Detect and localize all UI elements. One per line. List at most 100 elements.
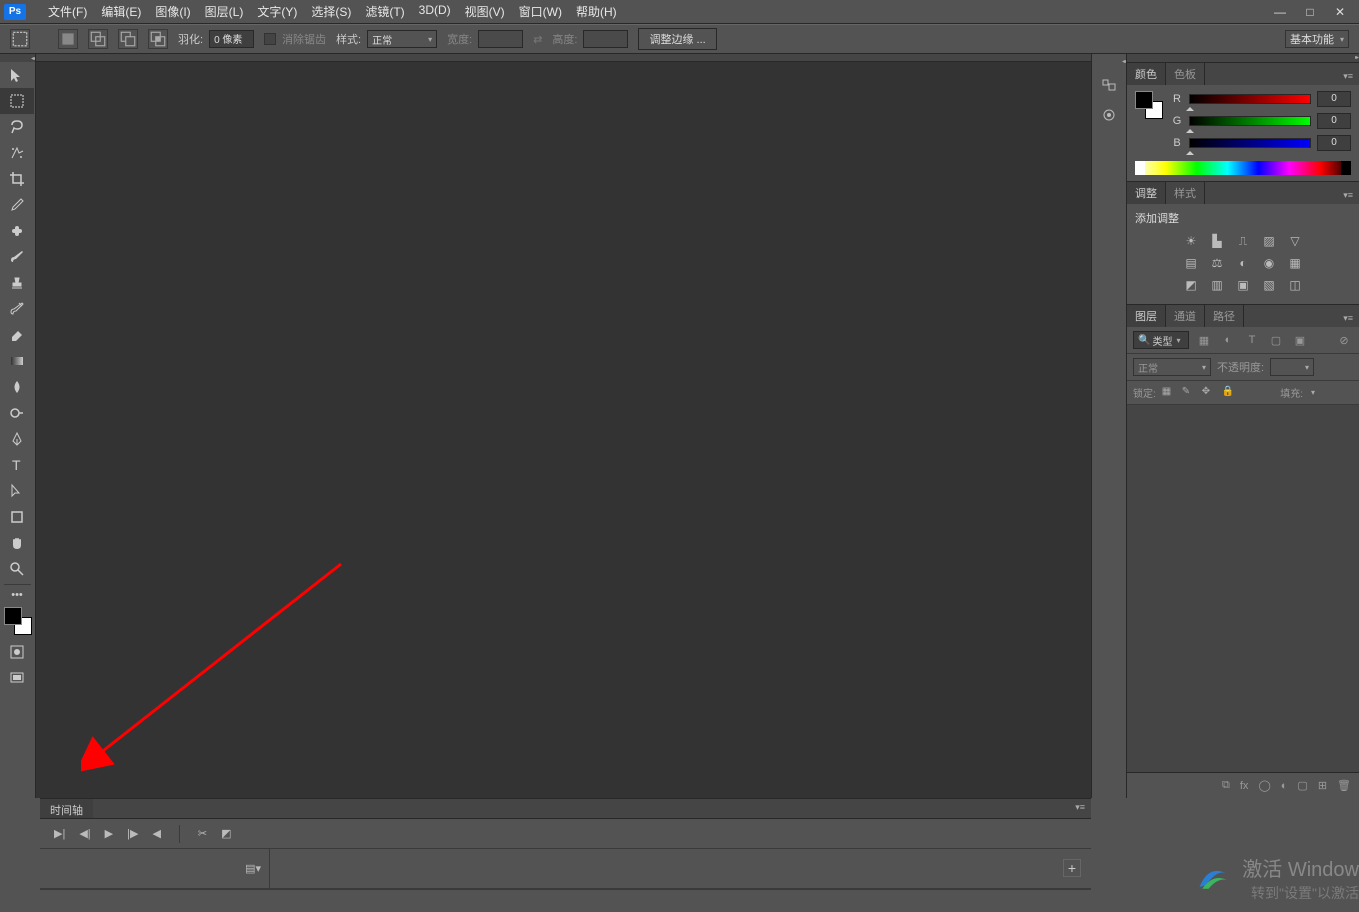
quick-select-tool[interactable] <box>0 140 34 166</box>
layers-panel-menu-icon[interactable]: ▾≡ <box>1337 310 1359 327</box>
color-panel-menu-icon[interactable]: ▾≡ <box>1337 68 1359 85</box>
opacity-input[interactable] <box>1270 358 1314 376</box>
photo-filter-icon[interactable]: ◉ <box>1260 254 1278 272</box>
eraser-tool[interactable] <box>0 322 34 348</box>
lock-paint-icon[interactable]: ✎ <box>1182 386 1196 400</box>
shape-tool[interactable] <box>0 504 34 530</box>
new-group-icon[interactable]: ▢ <box>1297 779 1307 792</box>
transition-icon[interactable]: ◩ <box>221 827 231 840</box>
workspace-switcher[interactable]: 基本功能 <box>1285 30 1349 48</box>
history-brush-tool[interactable] <box>0 296 34 322</box>
bw-icon[interactable]: ◐ <box>1234 254 1252 272</box>
panels-grip[interactable] <box>1127 54 1359 62</box>
next-frame-icon[interactable]: |▶ <box>127 827 138 840</box>
panel-color-swatches[interactable] <box>1135 91 1163 119</box>
layer-fx-icon[interactable]: fx <box>1240 780 1249 792</box>
menu-filter[interactable]: 滤镜(T) <box>359 1 410 22</box>
new-fill-icon[interactable]: ◐ <box>1281 780 1288 792</box>
eyedropper-tool[interactable] <box>0 192 34 218</box>
heal-tool[interactable] <box>0 218 34 244</box>
layers-list[interactable] <box>1127 405 1359 772</box>
track-options-icon[interactable]: ▤▾ <box>245 862 261 875</box>
lasso-tool[interactable] <box>0 114 34 140</box>
new-layer-icon[interactable]: ⊞ <box>1318 779 1327 792</box>
feather-input[interactable]: 0 像素 <box>209 30 254 48</box>
b-slider[interactable] <box>1189 138 1311 148</box>
menu-window[interactable]: 窗口(W) <box>513 1 568 22</box>
tab-channels[interactable]: 通道 <box>1166 305 1205 327</box>
intersect-selection-icon[interactable] <box>148 29 168 49</box>
blur-tool[interactable] <box>0 374 34 400</box>
fill-input[interactable] <box>1309 387 1353 398</box>
prev-frame-icon[interactable]: ◀| <box>79 827 90 840</box>
r-value[interactable]: 0 <box>1317 91 1351 107</box>
menu-file[interactable]: 文件(F) <box>42 1 93 22</box>
pen-tool[interactable] <box>0 426 34 452</box>
quickmask-tool[interactable] <box>0 639 34 665</box>
layer-mask-icon[interactable]: ◯ <box>1258 779 1270 792</box>
brightness-icon[interactable]: ☀ <box>1182 232 1200 250</box>
exposure-icon[interactable]: ▨ <box>1260 232 1278 250</box>
last-frame-icon[interactable]: ◀ <box>152 827 160 840</box>
filter-type-icon[interactable]: T <box>1243 332 1261 348</box>
levels-icon[interactable]: ▙ <box>1208 232 1226 250</box>
menu-select[interactable]: 选择(S) <box>305 1 357 22</box>
delete-layer-icon[interactable]: 🗑 <box>1337 779 1351 792</box>
move-tool[interactable] <box>0 62 34 88</box>
close-button[interactable]: ✕ <box>1325 2 1355 22</box>
tools-grip[interactable] <box>0 54 35 62</box>
menu-help[interactable]: 帮助(H) <box>570 1 623 22</box>
marquee-tool[interactable] <box>0 88 34 114</box>
color-spectrum[interactable] <box>1135 161 1351 175</box>
filter-adjust-icon[interactable]: ◐ <box>1219 332 1237 348</box>
lock-move-icon[interactable]: ✥ <box>1202 386 1216 400</box>
add-media-icon[interactable]: + <box>1063 859 1081 877</box>
foreground-color-swatch[interactable] <box>4 607 22 625</box>
threshold-icon[interactable]: ▣ <box>1234 276 1252 294</box>
posterize-icon[interactable]: ▥ <box>1208 276 1226 294</box>
selective-icon[interactable]: ◫ <box>1286 276 1304 294</box>
refine-edge-button[interactable]: 调整边缘 ... <box>638 28 716 50</box>
tab-styles[interactable]: 样式 <box>1166 182 1205 204</box>
balance-icon[interactable]: ⚖ <box>1208 254 1226 272</box>
curves-icon[interactable]: ⎍ <box>1234 232 1252 250</box>
tab-paths[interactable]: 路径 <box>1205 305 1244 327</box>
timeline-track-area[interactable]: + <box>270 849 1091 888</box>
subtract-selection-icon[interactable] <box>118 29 138 49</box>
tab-layers[interactable]: 图层 <box>1127 305 1166 327</box>
more-tools-icon[interactable]: ••• <box>0 587 34 603</box>
filter-smart-icon[interactable]: ▣ <box>1291 332 1309 348</box>
menu-view[interactable]: 视图(V) <box>459 1 511 22</box>
gradient-tool[interactable] <box>0 348 34 374</box>
crop-tool[interactable] <box>0 166 34 192</box>
zoom-tool[interactable] <box>0 556 34 582</box>
current-tool-indicator[interactable] <box>10 29 30 49</box>
split-icon[interactable]: ✂ <box>198 827 207 840</box>
link-layers-icon[interactable]: ⧉ <box>1222 779 1230 792</box>
g-slider[interactable] <box>1189 116 1311 126</box>
invert-icon[interactable]: ◩ <box>1182 276 1200 294</box>
hand-tool[interactable] <box>0 530 34 556</box>
lock-pixels-icon[interactable]: ▦ <box>1162 386 1176 400</box>
timeline-menu-icon[interactable]: ▾≡ <box>1069 799 1091 818</box>
menu-type[interactable]: 文字(Y) <box>251 1 303 22</box>
screenmode-tool[interactable] <box>0 665 34 691</box>
filter-shape-icon[interactable]: ▢ <box>1267 332 1285 348</box>
brush-tool[interactable] <box>0 244 34 270</box>
menu-3d[interactable]: 3D(D) <box>413 1 457 22</box>
tab-adjust[interactable]: 调整 <box>1127 182 1166 204</box>
type-tool[interactable]: T <box>0 452 34 478</box>
canvas-area[interactable] <box>36 54 1091 798</box>
stamp-tool[interactable] <box>0 270 34 296</box>
color-swatches[interactable] <box>4 607 32 635</box>
menu-layer[interactable]: 图层(L) <box>199 1 250 22</box>
tab-color[interactable]: 颜色 <box>1127 63 1166 85</box>
mixer-icon[interactable]: ▦ <box>1286 254 1304 272</box>
r-slider[interactable] <box>1189 94 1311 104</box>
menu-image[interactable]: 图像(I) <box>149 1 196 22</box>
filter-toggle-icon[interactable]: ⊘ <box>1335 332 1353 348</box>
adjust-panel-menu-icon[interactable]: ▾≡ <box>1337 187 1359 204</box>
filter-pixel-icon[interactable]: ▦ <box>1195 332 1213 348</box>
layer-filter-type[interactable]: 🔍类型 <box>1133 331 1189 349</box>
hue-icon[interactable]: ▤ <box>1182 254 1200 272</box>
